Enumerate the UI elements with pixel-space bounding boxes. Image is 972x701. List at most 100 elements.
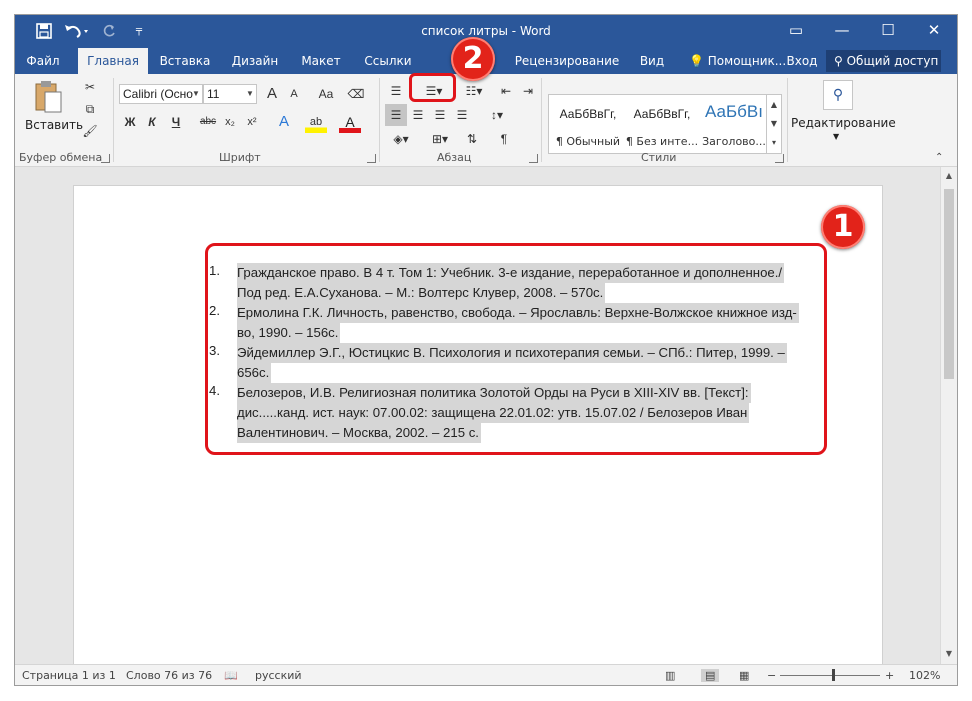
align-center-icon[interactable]: ☰ (407, 104, 429, 126)
tab-design[interactable]: Дизайн (225, 48, 285, 74)
styles-gallery: АаБбВвГг, ¶ Обычный АаБбВвГг, ¶ Без инте… (548, 94, 782, 154)
increase-indent-icon[interactable]: ⇥ (517, 80, 539, 102)
group-divider (541, 78, 542, 162)
chevron-up-icon[interactable]: ▲ (767, 95, 781, 114)
print-layout-icon[interactable]: ▤ (701, 669, 720, 682)
multilevel-list-icon[interactable]: ☷▾ (461, 80, 487, 102)
copy-icon[interactable]: ⧉ (79, 98, 101, 120)
shrink-font-button[interactable]: A (283, 83, 305, 105)
italic-button[interactable]: К (141, 111, 163, 133)
font-launcher-icon[interactable] (367, 154, 376, 163)
status-bar: Страница 1 из 1 Слово 76 из 76 📖 русский… (15, 664, 957, 685)
superscript-button[interactable]: x² (241, 111, 263, 133)
styles-group-label: Стили (641, 151, 677, 164)
paragraph-launcher-icon[interactable] (529, 154, 538, 163)
page-count[interactable]: Страница 1 из 1 (22, 669, 116, 682)
borders-icon[interactable]: ⊞▾ (425, 128, 455, 150)
share-button[interactable]: ⚲ Общий доступ (826, 50, 941, 72)
tab-file[interactable]: Файл (21, 48, 65, 74)
pilcrow-icon[interactable]: ¶ (493, 128, 515, 150)
collapse-ribbon-icon[interactable]: ⌃ (935, 152, 943, 163)
bullets-icon[interactable]: ☰ (385, 80, 407, 102)
tab-insert[interactable]: Вставка (155, 48, 215, 74)
tab-home[interactable]: Главная (78, 48, 148, 74)
chevron-down-icon: ▼ (246, 89, 254, 98)
style-normal[interactable]: АаБбВвГг, ¶ Обычный (551, 99, 625, 149)
share-label: Общий доступ (846, 54, 939, 68)
zoom-level[interactable]: 102% (909, 669, 940, 682)
editing-button[interactable]: ⚲ Редактирование ▼ (791, 78, 896, 148)
tab-view[interactable]: Вид (635, 48, 669, 74)
web-layout-icon[interactable]: ▦ (739, 669, 749, 682)
underline-button[interactable]: Ч (165, 111, 187, 133)
signin-link[interactable]: Вход (785, 48, 819, 74)
style-name: ¶ Без инте... (625, 135, 699, 148)
editing-label: Редактирование (791, 116, 896, 130)
search-icon: ⚲ (823, 80, 853, 110)
subscript-button[interactable]: x₂ (219, 111, 241, 133)
tab-review[interactable]: Рецензирование (509, 48, 625, 74)
paste-button[interactable]: Вставить (25, 80, 83, 140)
highlight-frame-list (205, 243, 827, 455)
sort-icon[interactable]: ⇅ (461, 128, 483, 150)
tab-references[interactable]: Ссылки (358, 48, 418, 74)
bold-button[interactable]: Ж (119, 111, 141, 133)
proofing-icon[interactable]: 📖 (224, 669, 238, 682)
vertical-scrollbar[interactable]: ▲ ▼ (940, 167, 957, 664)
chevron-down-icon[interactable]: ▼ (941, 647, 957, 661)
align-right-icon[interactable]: ☰ (429, 104, 451, 126)
justify-icon[interactable]: ☰ (451, 104, 473, 126)
language-label[interactable]: русский (255, 669, 302, 682)
zoom-slider[interactable] (780, 675, 880, 676)
change-case-button[interactable]: Aa (311, 83, 341, 105)
minimize-button[interactable]: — (819, 15, 865, 48)
group-divider (113, 78, 114, 162)
zoom-slider-thumb[interactable] (832, 669, 835, 681)
word-count[interactable]: Слово 76 из 76 (126, 669, 212, 682)
format-painter-icon[interactable]: 🖌 (79, 120, 101, 142)
align-left-icon[interactable]: ☰ (385, 104, 407, 126)
clipboard-launcher-icon[interactable] (101, 154, 110, 163)
zoom-in-button[interactable]: + (885, 669, 894, 682)
step-badge-1: 1 (821, 205, 865, 249)
scroll-thumb[interactable] (944, 189, 954, 379)
paste-label: Вставить (25, 118, 84, 132)
styles-launcher-icon[interactable] (775, 154, 784, 163)
style-name: Заголово... (702, 135, 766, 148)
grow-font-button[interactable]: A (261, 83, 283, 105)
strikethrough-button[interactable]: abc (197, 111, 219, 133)
style-no-spacing[interactable]: АаБбВвГг, ¶ Без инте... (625, 99, 699, 149)
font-color-button[interactable]: A (339, 111, 361, 133)
clipboard-icon (35, 81, 62, 113)
chevron-up-icon[interactable]: ▲ (941, 169, 957, 183)
style-sample: АаБбВвГг, (559, 107, 617, 121)
word-window: ╤ список литры - Word ▭ — ☐ ✕ Файл Главн… (15, 15, 957, 685)
decrease-indent-icon[interactable]: ⇤ (495, 80, 517, 102)
line-spacing-icon[interactable]: ↕▾ (483, 104, 511, 126)
chevron-down-icon[interactable]: ▼ (767, 114, 781, 133)
maximize-button[interactable]: ☐ (865, 15, 911, 48)
styles-scroll[interactable]: ▲ ▼ ▾ (766, 95, 781, 153)
style-heading[interactable]: АаБбВı Заголово... (697, 99, 771, 149)
style-sample: АаБбВı (705, 102, 763, 121)
person-icon: ⚲ (834, 54, 847, 68)
clipboard-group-label: Буфер обмена (19, 151, 103, 164)
tab-layout[interactable]: Макет (293, 48, 349, 74)
text-effects-button[interactable]: A (273, 111, 295, 133)
clear-formatting-icon[interactable]: ⌫ (345, 83, 367, 105)
shading-icon[interactable]: ◈▾ (385, 128, 417, 150)
chevron-down-icon: ▼ (192, 89, 200, 98)
highlight-frame-numbering (409, 73, 456, 102)
close-button[interactable]: ✕ (911, 15, 957, 48)
read-mode-icon[interactable]: ▥ (665, 669, 675, 682)
style-name: ¶ Обычный (555, 135, 621, 148)
more-styles-icon[interactable]: ▾ (767, 133, 781, 152)
highlight-button[interactable]: ab (305, 111, 327, 133)
font-name-select[interactable]: Calibri (Осно ▼ (119, 84, 203, 104)
zoom-out-button[interactable]: − (767, 669, 776, 682)
ribbon-display-icon[interactable]: ▭ (773, 15, 819, 48)
group-divider (787, 78, 788, 162)
font-size-select[interactable]: 11 ▼ (203, 84, 257, 104)
cut-icon[interactable]: ✂ (79, 76, 101, 98)
tell-me-box[interactable]: 💡 Помощник... (689, 48, 795, 74)
